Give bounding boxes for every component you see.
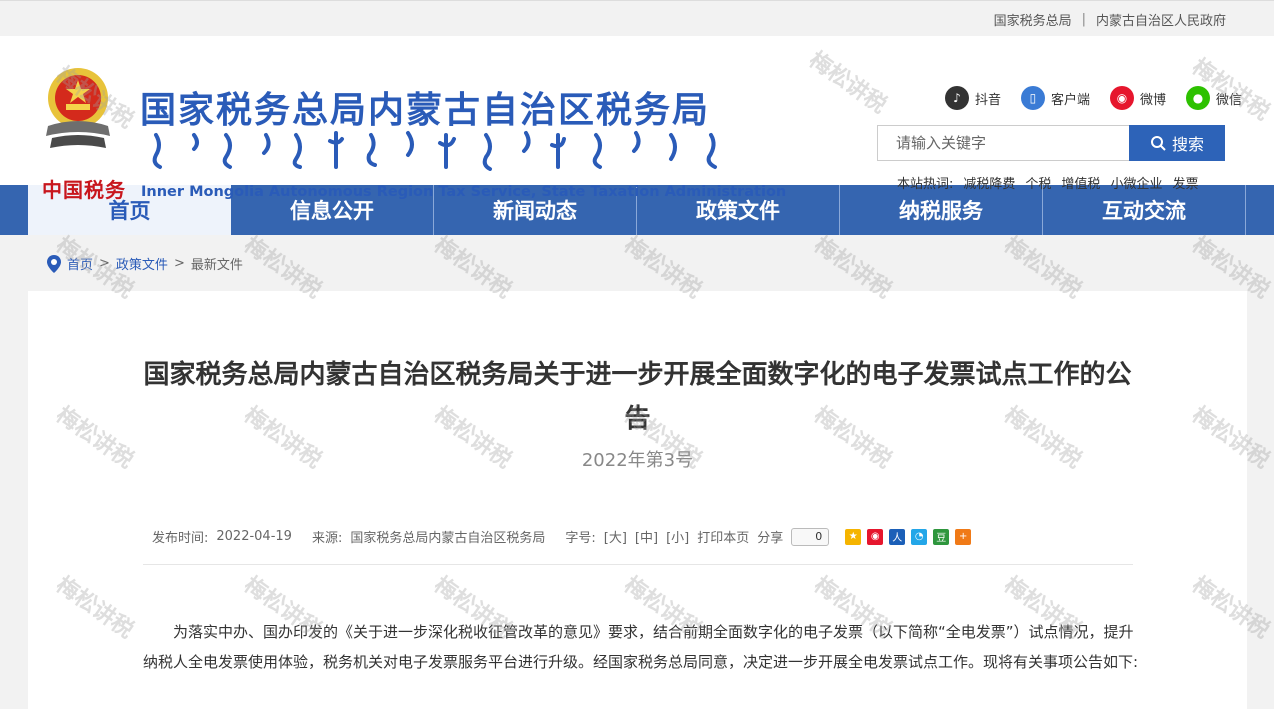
breadcrumb-separator: > (173, 256, 185, 271)
search-icon (1150, 136, 1166, 151)
site-title-english: Inner Mongolia Autonomous Region Tax Ser… (141, 184, 787, 200)
link-inner-mongolia-gov[interactable]: 内蒙古自治区人民政府 (1096, 10, 1226, 29)
nav-tax-service[interactable]: 纳税服务 (840, 185, 1043, 235)
weibo-share-icon[interactable]: ◉ (867, 528, 884, 545)
search-button[interactable]: 搜索 (1129, 125, 1225, 161)
qq-share-icon[interactable]: ◔ (911, 528, 928, 545)
mongolian-script-title-icon (152, 131, 717, 171)
top-link-separator: | (1081, 12, 1086, 27)
social-wechat[interactable]: ● 微信 (1185, 86, 1242, 110)
renren-share-icon[interactable]: 人 (889, 528, 906, 545)
breadcrumb-policy-docs[interactable]: 政策文件 (116, 254, 168, 273)
search-button-label: 搜索 (1171, 135, 1204, 154)
emblem-caption: 中国税务 (42, 178, 126, 202)
hot-word[interactable]: 增值税 (1061, 173, 1100, 192)
social-client[interactable]: ▯ 客户端 (1020, 86, 1090, 110)
mobile-client-icon: ▯ (1020, 86, 1045, 110)
social-client-label: 客户端 (1050, 92, 1090, 108)
social-wechat-label: 微信 (1215, 92, 1242, 108)
print-button[interactable]: 打印本页 (697, 527, 749, 546)
top-links: 国家税务总局 | 内蒙古自治区人民政府 (994, 10, 1226, 29)
breadcrumb-home[interactable]: 首页 (67, 254, 93, 273)
national-emblem-icon (46, 68, 110, 148)
site-title[interactable]: 国家税务总局内蒙古自治区税务局 (140, 81, 710, 133)
share-count: 0 (791, 527, 830, 546)
article-meta: 发布时间: 2022-04-19 来源: 国家税务总局内蒙古自治区税务局 字号:… (152, 527, 972, 546)
social-douyin-label: 抖音 (974, 92, 1001, 108)
share-label: 分享 (757, 531, 784, 546)
qzone-share-icon[interactable]: ★ (845, 528, 862, 545)
link-state-tax-admin[interactable]: 国家税务总局 (994, 10, 1072, 29)
breadcrumb-latest-docs[interactable]: 最新文件 (191, 254, 243, 273)
social-douyin[interactable]: ♪ 抖音 (944, 86, 1001, 110)
font-size-label: 字号: (565, 531, 596, 546)
social-weibo[interactable]: ◉ 微博 (1109, 86, 1166, 110)
hot-word[interactable]: 小微企业 (1110, 173, 1162, 192)
weibo-icon: ◉ (1109, 86, 1134, 110)
font-size-large-button[interactable]: [大] (604, 527, 627, 546)
font-size-small-button[interactable]: [小] (666, 527, 689, 546)
breadcrumb-separator: > (99, 256, 110, 271)
search-input[interactable] (877, 125, 1129, 161)
nav-interaction[interactable]: 互动交流 (1043, 185, 1246, 235)
article-body-paragraph: 为落实中办、国办印发的《关于进一步深化税收征管改革的意见》要求，结合前期全面数字… (143, 623, 1139, 671)
site-header: 中国税务 国家税务总局内蒙古自治区税务局 Inner Mongolia Auto… (0, 36, 1274, 202)
location-pin-icon (47, 254, 61, 273)
article-number: 2022年第3号 (581, 450, 694, 471)
source-value: 国家税务总局内蒙古自治区税务局 (350, 531, 546, 546)
publish-date-label: 发布时间: (152, 531, 209, 546)
font-size-medium-button[interactable]: [中] (635, 527, 658, 546)
hot-word[interactable]: 减税降费 (963, 173, 1015, 192)
wechat-icon: ● (1185, 86, 1210, 110)
social-links: ♪ 抖音 ▯ 客户端 ◉ 微博 ● 微信 (944, 86, 1242, 110)
hot-word[interactable]: 个税 (1025, 173, 1051, 192)
douyin-icon: ♪ (944, 86, 969, 110)
search-bar: 搜索 (877, 125, 1225, 161)
hot-words: 本站热词: 减税降费 个税 增值税 小微企业 发票 (897, 173, 1198, 192)
publish-date: 2022-04-19 (216, 529, 292, 544)
share-icons: ★ ◉ 人 ◔ 豆 + (845, 528, 972, 545)
top-utility-bar: 国家税务总局 | 内蒙古自治区人民政府 (0, 0, 1274, 36)
social-weibo-label: 微博 (1139, 92, 1166, 108)
article-card: 国家税务总局内蒙古自治区税务局关于进一步开展全面数字化的电子发票试点工作的公告 … (28, 291, 1247, 709)
hot-words-label: 本站热词: (897, 177, 954, 192)
source-label: 来源: (311, 531, 343, 546)
article-title: 国家税务总局内蒙古自治区税务局关于进一步开展全面数字化的电子发票试点工作的公告 (143, 360, 1132, 434)
douban-share-icon[interactable]: 豆 (933, 528, 950, 545)
hot-word[interactable]: 发票 (1172, 173, 1198, 192)
more-share-icon[interactable]: + (955, 528, 972, 545)
meta-divider (143, 564, 1133, 565)
breadcrumb: 首页 > 政策文件 > 最新文件 (0, 235, 1274, 291)
